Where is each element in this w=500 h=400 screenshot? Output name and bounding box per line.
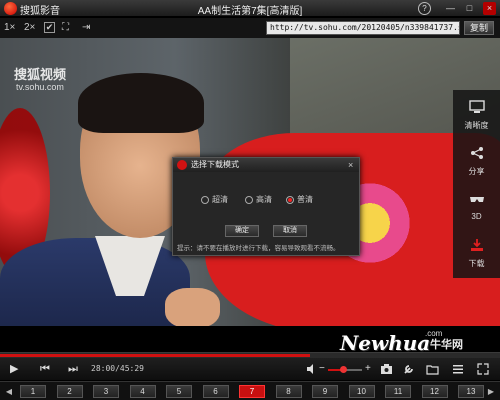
episode-button[interactable]: 3 xyxy=(93,385,119,398)
side-item-label: 清晰度 xyxy=(464,121,489,130)
side-item-3d[interactable]: 3D xyxy=(453,184,500,230)
episodes-next-arrow[interactable]: ▶ xyxy=(484,385,498,398)
radio-label: 超清 xyxy=(212,195,228,204)
3d-glasses-icon xyxy=(470,197,484,202)
dialog-title-bar: 选择下载模式 × xyxy=(173,158,359,172)
speaker-icon[interactable] xyxy=(306,363,318,375)
download-icon xyxy=(471,239,483,251)
minimize-button[interactable]: — xyxy=(444,2,457,15)
maximize-button[interactable]: □ xyxy=(463,2,476,15)
wrench-icon[interactable] xyxy=(403,363,415,375)
episode-button[interactable]: 1 xyxy=(20,385,46,398)
episode-button[interactable]: 8 xyxy=(275,385,302,398)
camera-icon[interactable] xyxy=(380,363,393,375)
playback-controls: ▶ ⏮ ⏭ 28:00/45:29 − + xyxy=(0,358,500,380)
pin-icon[interactable]: ⇥ xyxy=(82,21,90,35)
side-panel: 清晰度 分享 3D 下载 xyxy=(453,90,500,278)
episode-button[interactable]: 5 xyxy=(166,385,192,398)
help-button[interactable]: ? xyxy=(418,2,431,15)
episode-button[interactable]: 2 xyxy=(56,385,83,398)
fullscreen-icon[interactable]: ⛶ xyxy=(62,21,69,35)
folder-icon[interactable] xyxy=(426,363,439,375)
side-item-label: 分享 xyxy=(468,167,485,176)
episodes-prev-arrow[interactable]: ◀ xyxy=(2,385,16,398)
speed-1x-button[interactable]: 1× xyxy=(4,21,15,35)
cancel-button[interactable]: 取消 xyxy=(273,225,307,237)
expand-icon[interactable] xyxy=(477,363,489,375)
close-button[interactable]: × xyxy=(483,2,496,15)
volume-up-button[interactable]: + xyxy=(365,362,371,376)
episode-button[interactable]: 4 xyxy=(129,385,156,398)
episode-button[interactable]: 11 xyxy=(385,385,411,398)
radio-button[interactable] xyxy=(245,196,253,204)
ok-button[interactable]: 确定 xyxy=(225,225,259,237)
speed-2x-button[interactable]: 2× xyxy=(24,21,35,35)
sohu-logo-icon xyxy=(177,160,187,170)
episode-button[interactable]: 10 xyxy=(348,385,375,398)
newhua-cn-name: 牛华网 xyxy=(430,339,463,351)
episode-button[interactable]: 9 xyxy=(312,385,338,398)
episode-button[interactable]: 13 xyxy=(458,385,484,398)
url-field[interactable]: http://tv.sohu.com/20120405/n339841737.s… xyxy=(266,21,460,35)
toolbar: 1× 2× ✔ ⛶ ⇥ http://tv.sohu.com/20120405/… xyxy=(0,18,500,38)
next-button[interactable]: ⏭ xyxy=(68,362,78,376)
progress-fill xyxy=(0,354,310,357)
dialog-title: 选择下载模式 xyxy=(191,160,239,169)
play-button[interactable]: ▶ xyxy=(10,362,18,376)
radio-label: 高清 xyxy=(256,195,272,204)
side-item-label: 下载 xyxy=(468,259,485,268)
volume-down-button[interactable]: − xyxy=(319,362,325,376)
time-display: 28:00/45:29 xyxy=(91,364,144,373)
title-bar: 搜狐影音 AA制生活第7集[高清版] ? — □ × xyxy=(0,0,500,17)
download-mode-dialog: 选择下载模式 × 超清 高清 普清 确定 取消 提示：请不要在播放时进行下载，容… xyxy=(172,157,360,256)
sohu-video-watermark-url: tv.sohu.com xyxy=(16,82,64,92)
video-person-hair xyxy=(78,73,204,133)
previous-button[interactable]: ⏮ xyxy=(40,362,50,376)
side-item-download[interactable]: 下载 xyxy=(453,230,500,276)
video-hand xyxy=(165,288,220,326)
sohu-video-watermark: 搜狐视频 xyxy=(14,67,67,82)
playlist-icon[interactable] xyxy=(452,363,464,375)
copy-button[interactable]: 复制 xyxy=(464,21,494,35)
video-person-body xyxy=(0,238,190,326)
radio-button-selected[interactable] xyxy=(286,196,294,204)
volume-knob[interactable] xyxy=(340,366,348,373)
dialog-close-button[interactable]: × xyxy=(348,159,353,171)
side-item-share[interactable]: 分享 xyxy=(453,138,500,184)
share-icon xyxy=(471,147,483,159)
check-icon[interactable]: ✔ xyxy=(44,22,55,33)
side-item-quality[interactable]: 清晰度 xyxy=(453,92,500,138)
monitor-icon xyxy=(469,100,485,113)
episode-button[interactable]: 6 xyxy=(202,385,229,398)
episode-button[interactable]: 12 xyxy=(421,385,448,398)
episode-bar: ◀ 1 2 3 4 5 6 7 8 9 10 11 12 13 ▶ xyxy=(0,381,500,400)
episode-button-active[interactable]: 7 xyxy=(239,385,265,398)
side-item-label: 3D xyxy=(471,212,482,221)
volume-slider[interactable] xyxy=(328,366,362,373)
radio-button[interactable] xyxy=(201,196,209,204)
radio-label: 普清 xyxy=(297,195,313,204)
dialog-tip: 提示：请不要在播放时进行下载，容易导致观看不流畅。 xyxy=(177,245,340,252)
